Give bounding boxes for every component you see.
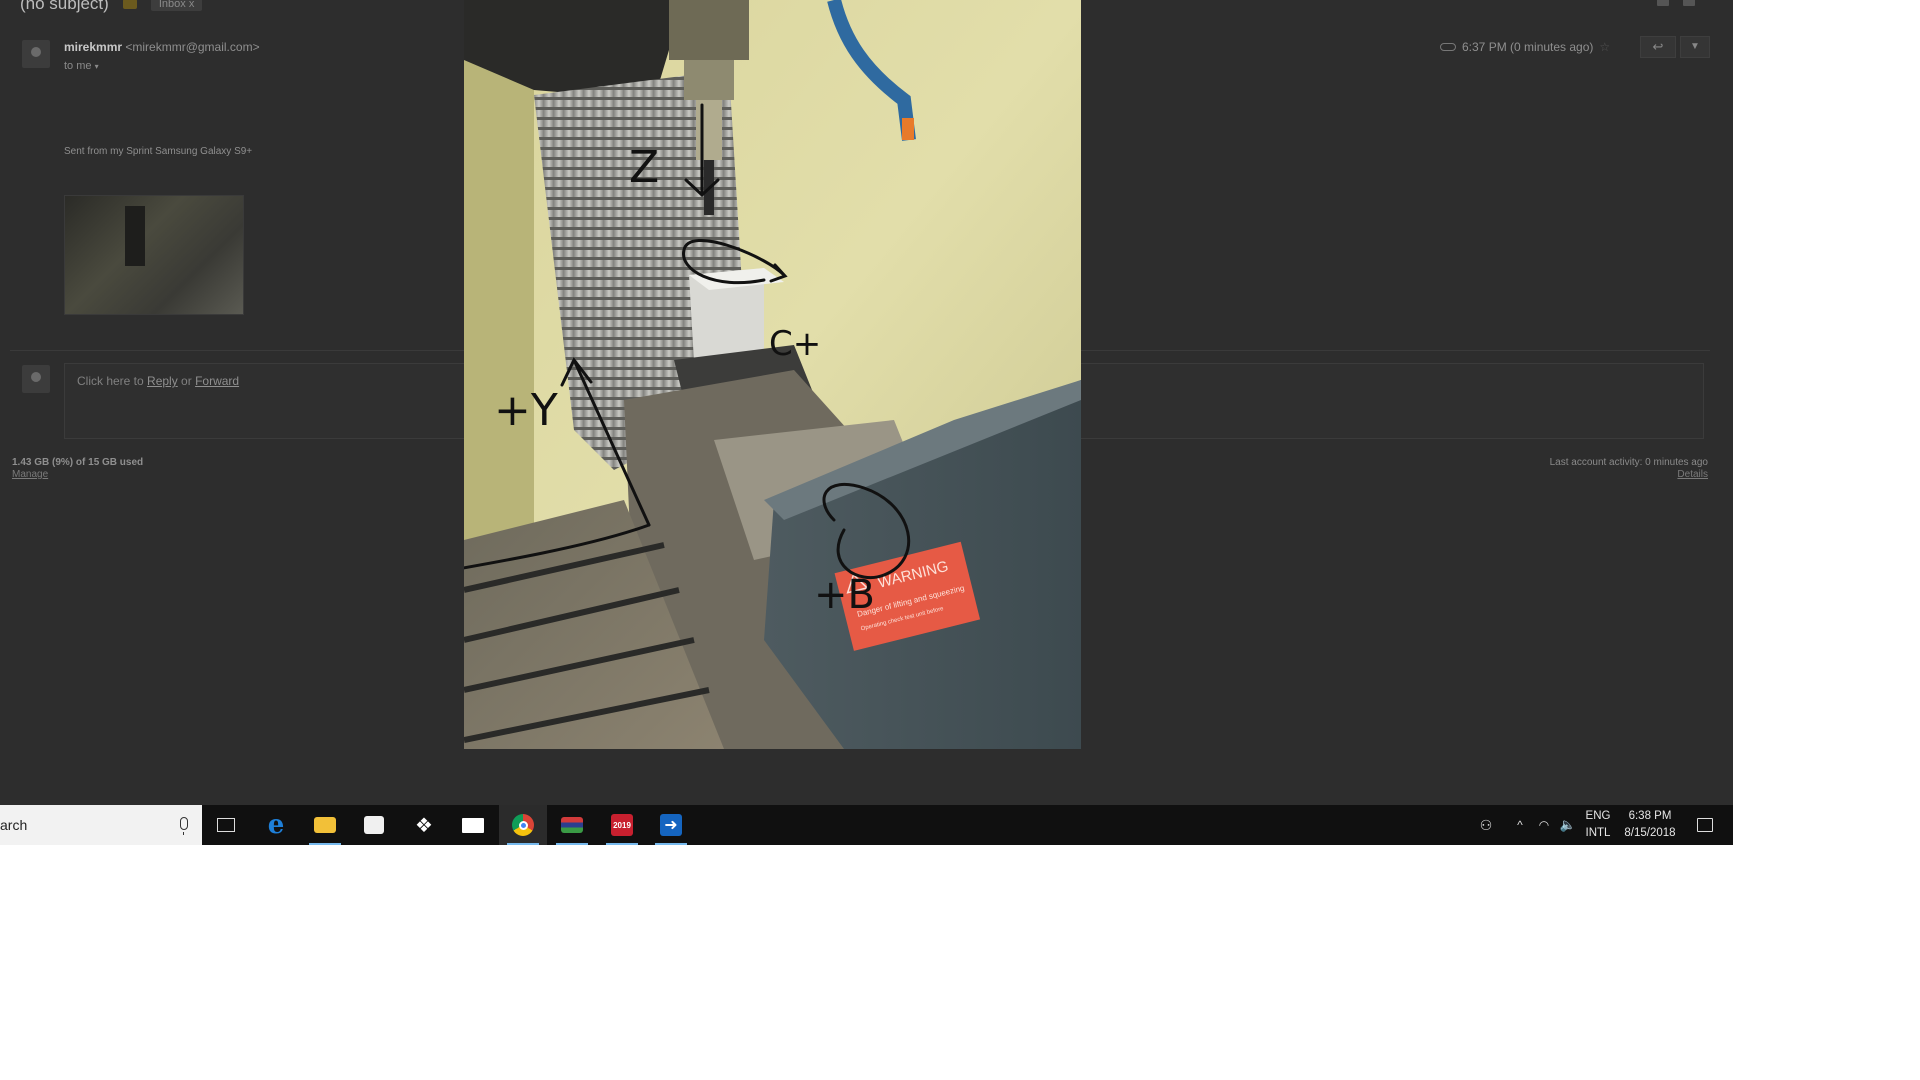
sender-email: <mirekmmr@gmail.com>	[125, 40, 260, 54]
annotation-y: +Y	[494, 385, 558, 436]
storage-usage: 1.43 GB (9%) of 15 GB used	[12, 457, 144, 468]
edge-icon: e	[267, 810, 285, 840]
attachment-thumbnail[interactable]	[64, 195, 244, 315]
sender-name: mirekmmr	[64, 40, 123, 54]
app-2019-icon: 2019	[611, 814, 633, 836]
chrome-button[interactable]	[499, 805, 547, 845]
message-time-text: 6:37 PM (0 minutes ago)	[1462, 40, 1594, 54]
taskbar-search-box[interactable]: arch	[0, 805, 202, 845]
chrome-icon	[512, 814, 534, 836]
notification-icon	[1697, 818, 1713, 832]
language-text: ENG INTL	[1586, 808, 1611, 842]
my-avatar	[22, 365, 50, 393]
reply-or: or	[177, 374, 196, 388]
clock-time: 6:38 PM	[1628, 810, 1672, 822]
machine-photo: WARNING Danger of lifting and squeezing …	[464, 0, 1081, 749]
language-indicator[interactable]: ENG INTL	[1580, 805, 1616, 845]
app-flag-icon	[561, 817, 583, 833]
email-subject: (no subject)	[20, 0, 109, 13]
dropbox-icon: ❖	[415, 814, 433, 837]
file-explorer-button[interactable]	[301, 805, 349, 845]
speaker-icon: 🔈	[1559, 817, 1577, 832]
attachment-preview-photo: WARNING Danger of lifting and squeezing …	[464, 0, 1081, 749]
show-hidden-icons-button[interactable]: ^	[1508, 805, 1532, 845]
sender-line: mirekmmr <mirekmmr@gmail.com>	[64, 40, 260, 54]
print-icon[interactable]	[1657, 0, 1669, 6]
coolant-nozzle	[902, 118, 914, 140]
running-indicator	[507, 843, 539, 845]
details-dropdown-icon[interactable]: ▾	[95, 62, 99, 71]
running-indicator	[606, 843, 638, 845]
person-icon	[31, 372, 41, 382]
person-icon	[31, 47, 41, 57]
task-view-button[interactable]	[202, 805, 250, 845]
chevron-up-icon: ^	[1517, 818, 1523, 832]
volume-button[interactable]: 🔈	[1556, 805, 1580, 845]
language-bottom: INTL	[1585, 827, 1611, 839]
mail-button[interactable]	[449, 805, 497, 845]
recipient-line[interactable]: to me ▾	[64, 60, 99, 72]
annotation-b: +B	[814, 572, 875, 618]
running-indicator	[655, 843, 687, 845]
reply-arrow-icon: ↩	[1652, 39, 1664, 54]
annotation-c: C+	[769, 324, 821, 364]
network-button[interactable]: ◠	[1532, 805, 1556, 845]
people-button[interactable]: ⚇	[1472, 805, 1500, 845]
clock-text: 6:38 PM 8/15/2018	[1624, 808, 1675, 842]
reply-button[interactable]: ↩	[1640, 36, 1676, 58]
spindle	[669, 0, 749, 60]
chevron-down-icon: ▼	[1690, 41, 1700, 52]
new-window-icon[interactable]	[1683, 0, 1695, 6]
star-icon[interactable]: ☆	[1599, 40, 1610, 54]
remove-label-icon[interactable]: x	[189, 0, 195, 10]
windows-taskbar: arch e ❖ 2019 ➜ ⚇ ^ ◠ 🔈 ENG INTL 6:38 PM…	[0, 805, 1733, 845]
store-icon	[364, 816, 384, 834]
app-arrow-icon: ➜	[660, 814, 682, 836]
tool-holder	[696, 100, 722, 160]
top-right-icons	[1657, 0, 1695, 6]
app-arrow-button[interactable]: ➜	[647, 805, 695, 845]
subject-row: (no subject) Inbox x	[20, 0, 203, 14]
details-link[interactable]: Details	[1620, 469, 1708, 480]
mail-icon	[462, 817, 484, 833]
message-time: 6:37 PM (0 minutes ago) ☆	[1440, 40, 1610, 54]
running-indicator	[556, 843, 588, 845]
annotation-z: Z	[629, 142, 659, 193]
clock-date: 8/15/2018	[1624, 827, 1676, 839]
reply-prompt: Click here to	[77, 374, 148, 388]
chrome-center	[518, 820, 528, 830]
task-view-icon	[217, 818, 235, 832]
search-input[interactable]: arch	[0, 817, 27, 833]
forward-link[interactable]: Forward	[195, 374, 239, 388]
importance-marker-icon[interactable]	[122, 0, 137, 9]
inbox-label[interactable]: Inbox x	[150, 0, 203, 11]
reply-link[interactable]: Reply	[147, 374, 178, 388]
attachment-icon	[1440, 43, 1456, 51]
screen: (no subject) Inbox x mirekmmr <mirekmmr@…	[0, 0, 1733, 845]
app-flag-button[interactable]	[548, 805, 596, 845]
clock[interactable]: 6:38 PM 8/15/2018	[1620, 805, 1680, 845]
dropbox-button[interactable]: ❖	[400, 805, 448, 845]
manage-link[interactable]: Manage	[12, 469, 48, 480]
language-top: ENG	[1585, 810, 1611, 822]
recipient-text: to me	[64, 60, 92, 72]
email-signature: Sent from my Sprint Samsung Galaxy S9+	[64, 146, 253, 157]
people-icon: ⚇	[1479, 816, 1493, 833]
file-explorer-icon	[314, 817, 336, 833]
inbox-label-text: Inbox	[158, 0, 186, 10]
sender-avatar	[22, 40, 50, 68]
store-button[interactable]	[350, 805, 398, 845]
more-options-button[interactable]: ▼	[1680, 36, 1710, 58]
wifi-icon: ◠	[1538, 818, 1550, 832]
app-2019-button[interactable]: 2019	[598, 805, 646, 845]
last-activity: Last account activity: 0 minutes ago	[1549, 457, 1708, 468]
running-indicator	[309, 843, 341, 845]
microphone-icon[interactable]	[180, 817, 188, 835]
action-center-button[interactable]	[1690, 805, 1720, 845]
spindle-nose	[684, 60, 734, 100]
edge-button[interactable]: e	[252, 805, 300, 845]
